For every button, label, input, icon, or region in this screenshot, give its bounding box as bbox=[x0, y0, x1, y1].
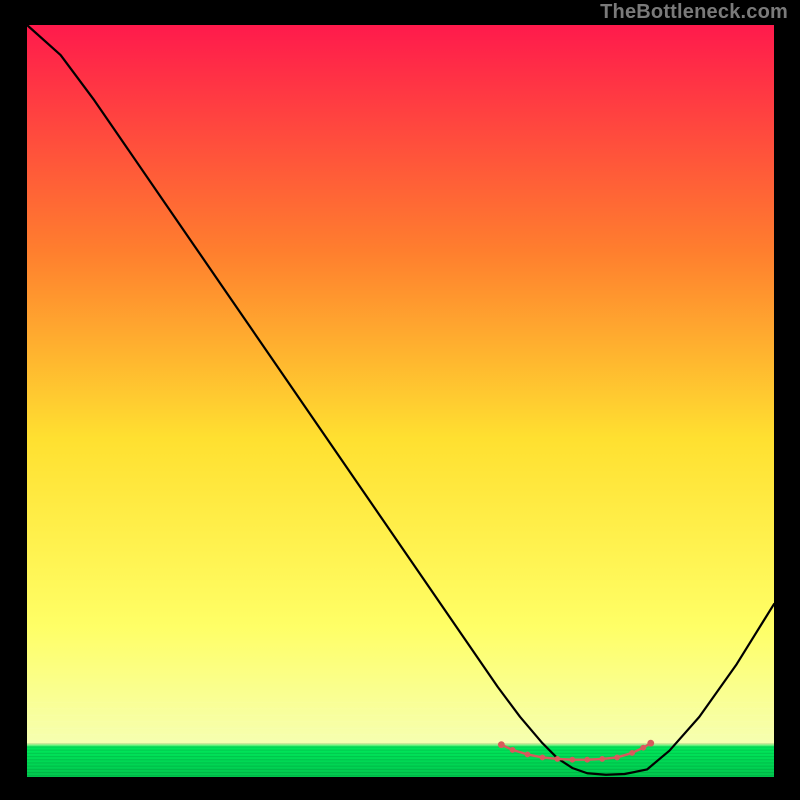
plot-background bbox=[27, 25, 774, 777]
bottleneck-chart bbox=[0, 0, 800, 800]
watermark-text: TheBottleneck.com bbox=[600, 1, 788, 24]
chart-container: TheBottleneck.com bbox=[0, 0, 800, 800]
